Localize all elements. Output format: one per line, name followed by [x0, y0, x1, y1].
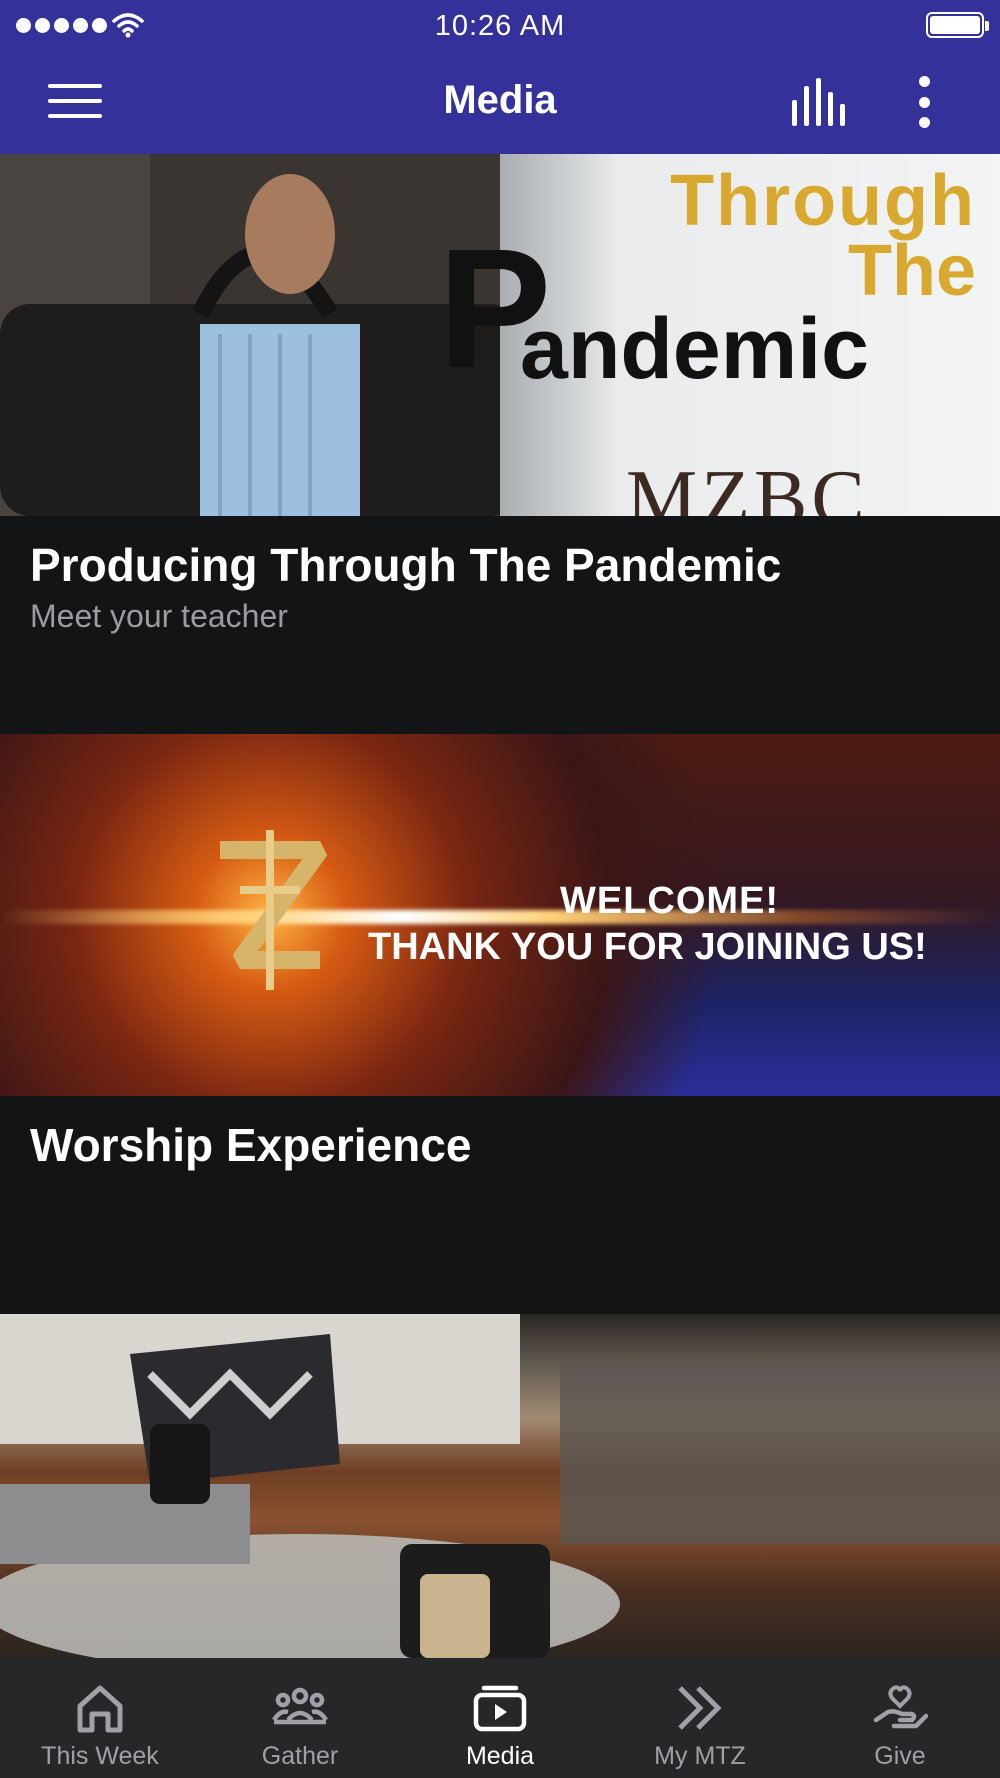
mzbc-logo: MZBC — [626, 455, 869, 516]
tab-gather[interactable]: Gather — [200, 1658, 400, 1778]
give-icon — [873, 1685, 928, 1729]
tab-label: Media — [465, 1742, 535, 1770]
page-title: Media — [443, 78, 557, 122]
light-flare — [0, 910, 1000, 924]
camera-table-photo — [0, 1314, 1000, 1658]
tab-label: My MTZ — [654, 1742, 746, 1770]
tab-give[interactable]: Give — [800, 1658, 1000, 1778]
pandemic-banner-image: Through The P andemic MZBC — [0, 154, 1000, 516]
double-chevron-icon — [678, 1686, 722, 1730]
media-card-worship[interactable]: WELCOME! THANK YOU FOR JOINING US! Worsh… — [0, 734, 1000, 1314]
tab-label: Give — [874, 1742, 926, 1770]
tab-media[interactable]: Media — [400, 1658, 600, 1778]
tab-label: Gather — [261, 1742, 339, 1770]
banner-thanks-text: THANK YOU FOR JOINING US! — [368, 926, 927, 968]
card-title: Producing Through The Pandemic — [30, 539, 782, 591]
media-icon — [473, 1685, 527, 1732]
status-bar: 10:26 AM — [0, 0, 1000, 50]
media-card-third[interactable] — [0, 1314, 1000, 1658]
banner-text-andemic: andemic — [520, 301, 869, 397]
z-cross-logo — [220, 830, 328, 990]
tab-my-mtz[interactable]: My MTZ — [600, 1658, 800, 1778]
more-options-button[interactable] — [910, 76, 938, 128]
worship-banner-image: WELCOME! THANK YOU FOR JOINING US! — [0, 734, 1000, 1096]
tab-this-week[interactable]: This Week — [0, 1658, 200, 1778]
battery-icon — [926, 12, 989, 38]
app-header: 10:26 AM Media — [0, 0, 1000, 154]
card-subtitle: Meet your teacher — [30, 598, 288, 634]
card-title: Worship Experience — [30, 1119, 472, 1171]
status-time: 10:26 AM — [434, 10, 566, 42]
media-card-pandemic[interactable]: Through The P andemic MZBC Producing Thr… — [0, 154, 1000, 734]
audio-bars-icon[interactable] — [788, 78, 848, 126]
bag-and-mask-photo — [0, 154, 500, 516]
bottom-tab-bar: This Week Gather Media My MTZ Give — [0, 1658, 1000, 1778]
banner-welcome-text: WELCOME! — [560, 880, 780, 922]
camera-table-image — [0, 1314, 1000, 1658]
home-icon — [77, 1685, 123, 1733]
tab-label: This Week — [41, 1742, 159, 1770]
group-icon — [272, 1687, 328, 1725]
